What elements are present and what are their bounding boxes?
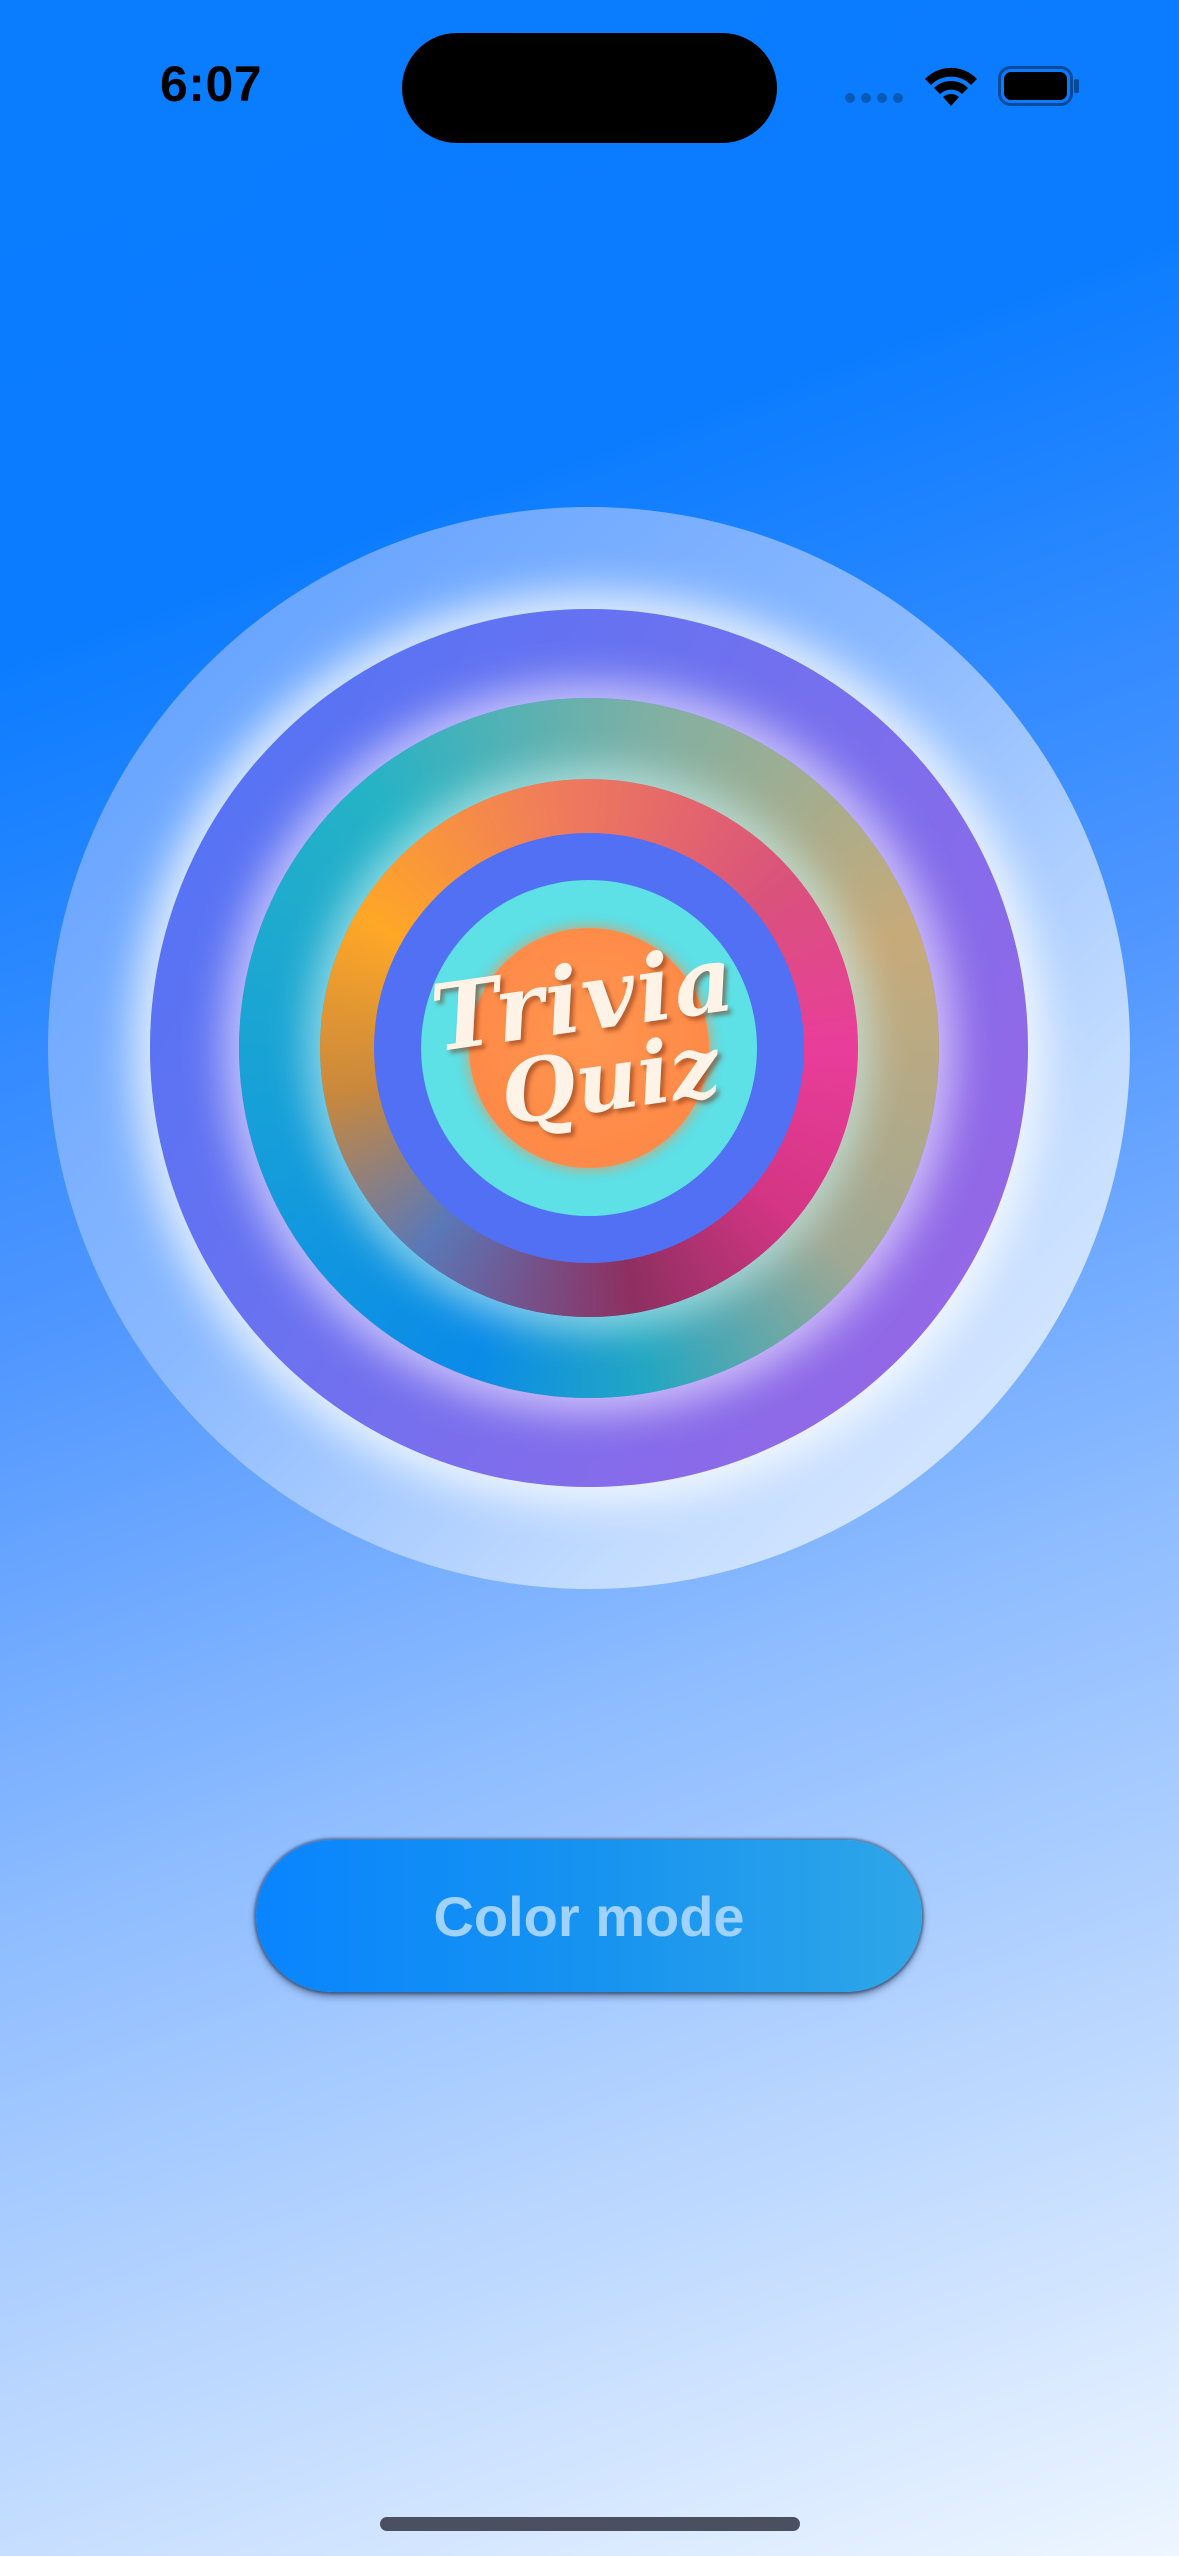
battery-icon xyxy=(998,66,1079,106)
status-time: 6:07 xyxy=(160,56,263,112)
home-indicator[interactable] xyxy=(380,2517,800,2531)
signal-icon xyxy=(845,93,905,107)
color-mode-button-label: Color mode xyxy=(433,1884,745,1948)
dynamic-island xyxy=(402,33,777,143)
wifi-icon xyxy=(925,67,977,106)
color-mode-button[interactable]: Color mode xyxy=(256,1840,922,1992)
trivia-quiz-logo-target: Trivia Quiz xyxy=(48,507,1130,1589)
status-bar: 6:07 xyxy=(0,0,1179,170)
